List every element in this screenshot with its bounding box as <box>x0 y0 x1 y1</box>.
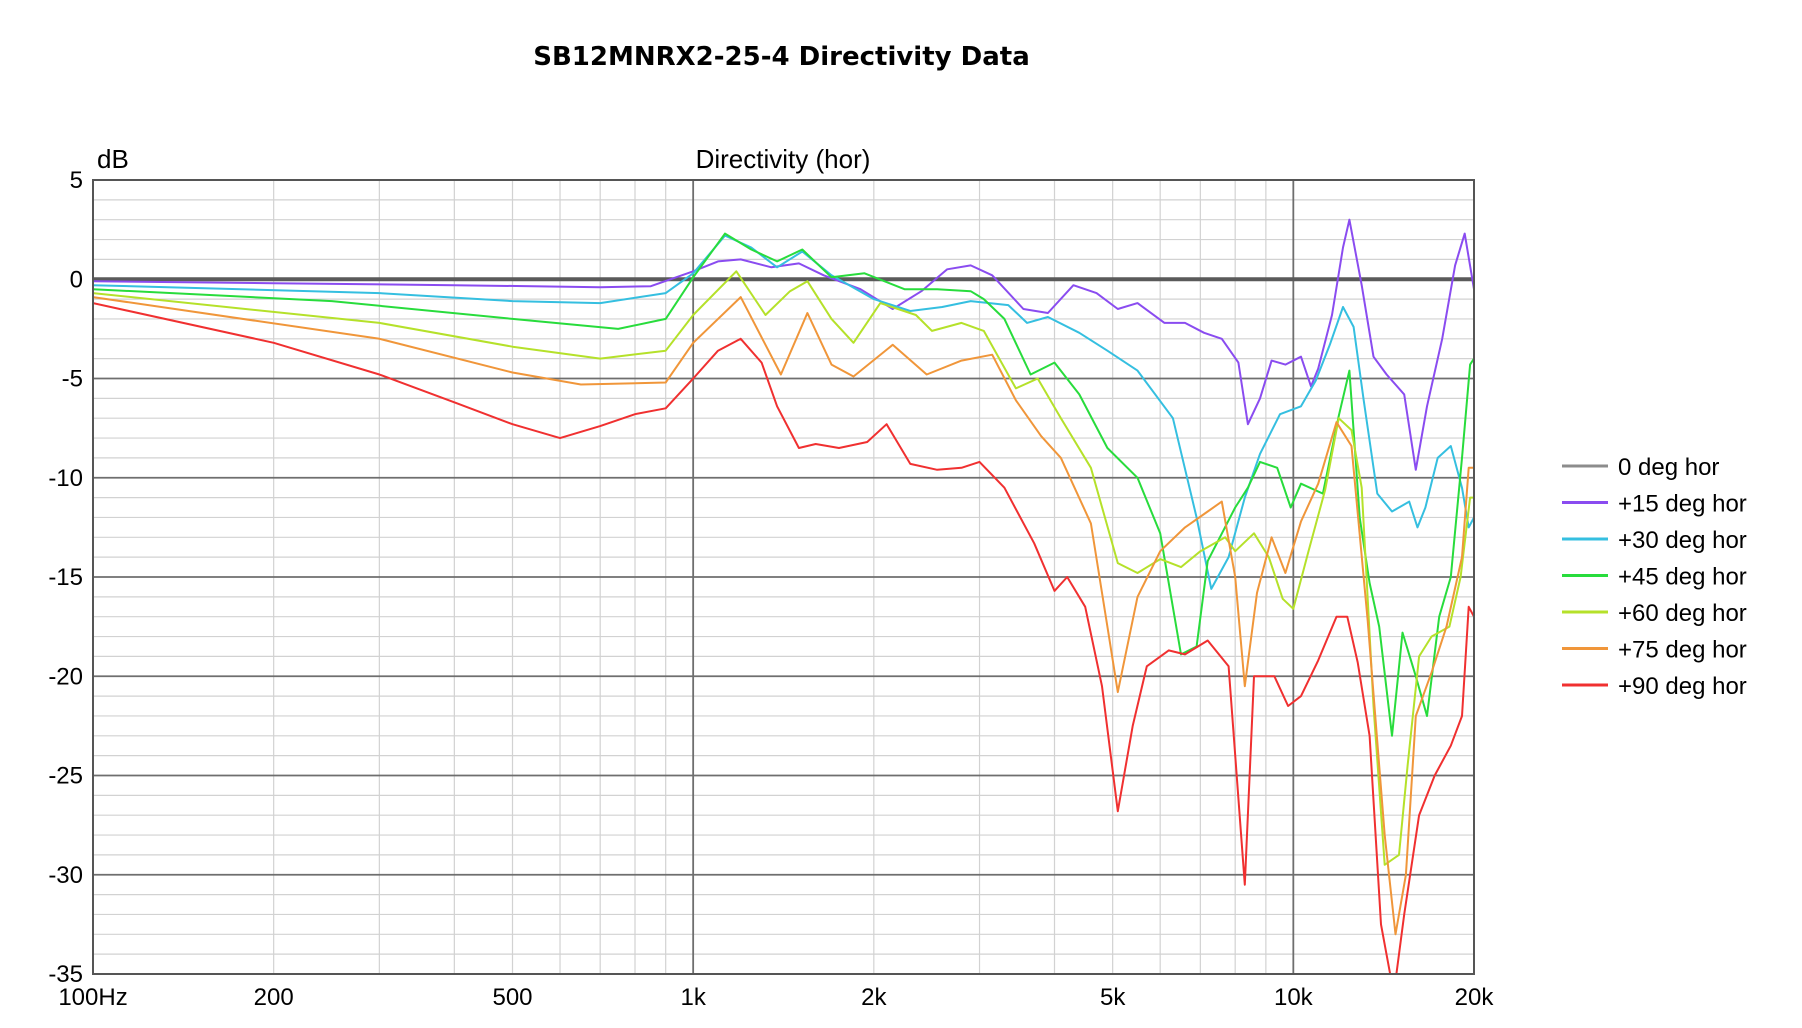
x-tick-label: 2k <box>861 984 887 1011</box>
legend-label: +30 deg hor <box>1618 527 1747 554</box>
y-tick-label: -15 <box>48 564 83 591</box>
y-axis-ticks: 50-5-10-15-20-25-30-35 <box>48 167 83 988</box>
y-axis-label: dB <box>97 144 129 174</box>
legend-label: +60 deg hor <box>1618 600 1747 627</box>
x-tick-label: 100Hz <box>58 984 127 1011</box>
x-tick-label: 10k <box>1274 984 1314 1011</box>
series-line--15-deg-hor <box>93 218 1474 471</box>
legend-label: +45 deg hor <box>1618 564 1747 591</box>
plot-subtitle: Directivity (hor) <box>696 144 871 174</box>
legend-label: 0 deg hor <box>1618 454 1719 481</box>
series-lines <box>93 218 1474 974</box>
y-tick-label: -30 <box>48 862 83 889</box>
x-tick-label: 5k <box>1100 984 1126 1011</box>
legend-label: +15 deg hor <box>1618 491 1747 518</box>
legend-label: +90 deg hor <box>1618 673 1747 700</box>
x-tick-label: 1k <box>680 984 706 1011</box>
legend: 0 deg hor +15 deg hor +30 deg hor +45 deg h… <box>1562 454 1747 700</box>
x-tick-label: 500 <box>492 984 532 1011</box>
legend-label: +75 deg hor <box>1618 637 1747 664</box>
directivity-chart: 50-5-10-15-20-25-30-35 100Hz 200 500 1k 2k 5k… <box>48 144 1747 1011</box>
series-line--45-deg-hor <box>93 232 1474 737</box>
series-line--90-deg-hor <box>93 302 1474 974</box>
x-tick-label: 200 <box>254 984 294 1011</box>
y-tick-label: -20 <box>48 663 83 690</box>
y-tick-label: 0 <box>70 266 83 293</box>
y-tick-label: -25 <box>48 763 83 790</box>
series-line--30-deg-hor <box>93 234 1474 590</box>
x-tick-label: 20k <box>1455 984 1495 1011</box>
y-tick-label: -5 <box>62 366 83 393</box>
y-tick-label: -10 <box>48 465 83 492</box>
x-axis-ticks: 100Hz 200 500 1k 2k 5k 10k 20k <box>58 984 1494 1011</box>
y-tick-label: 5 <box>70 167 83 194</box>
series-line--75-deg-hor <box>93 296 1474 936</box>
